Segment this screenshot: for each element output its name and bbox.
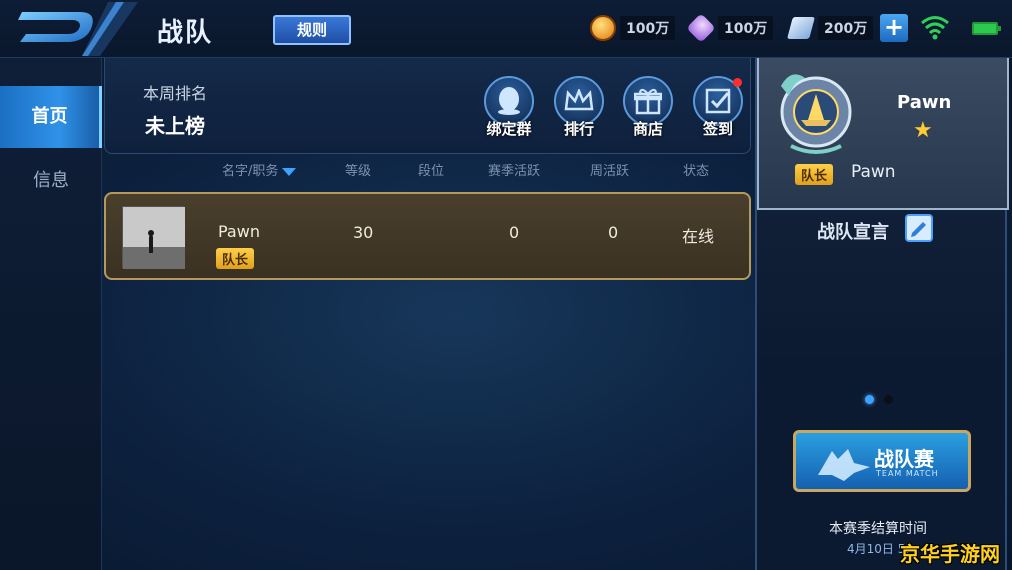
member-season-active: 0 (509, 223, 520, 242)
add-currency-button[interactable]: + (880, 14, 908, 42)
team-info-panel: Pawn ★ 队长 Pawn 战队宣言 战队赛 TEAM MATCH 本赛季结算… (755, 58, 1009, 570)
game-logo-icon (18, 2, 138, 56)
diamond-currency[interactable]: 100万 (686, 13, 774, 43)
profile-leader-badge: 队长 (795, 164, 834, 185)
diamond-value: 100万 (718, 16, 774, 40)
top-bar: 战队 规则 100万 100万 200万 + (0, 0, 1012, 58)
member-status: 在线 (682, 227, 715, 246)
column-header-week-active: 周活跃 (590, 164, 630, 179)
team-leader-name: Pawn (897, 92, 952, 113)
column-header-name-label: 名字/职务 (222, 164, 279, 179)
weekly-rank-value: 未上榜 (145, 114, 205, 138)
sidebar: 首页 信息 (0, 58, 102, 570)
profile-member-name: Pawn (851, 162, 896, 182)
back-logo-button[interactable] (0, 0, 140, 56)
team-match-button[interactable]: 战队赛 TEAM MATCH (793, 430, 971, 492)
table-row[interactable]: Pawn 队长 30 0 0 在线 (104, 192, 751, 280)
edit-declaration-icon[interactable] (905, 214, 933, 242)
rules-button[interactable]: 规则 (273, 15, 351, 45)
checkin-button[interactable]: 签到 (690, 76, 746, 139)
sidebar-item-info[interactable]: 信息 (0, 150, 102, 212)
season-end-label: 本赛季结算时间 (829, 521, 927, 537)
column-header-season-active: 赛季活跃 (488, 164, 541, 179)
column-header-rank: 段位 (418, 164, 445, 179)
team-emblem-icon (771, 66, 861, 158)
gold-coin-value: 100万 (620, 16, 676, 40)
gold-coin-icon (590, 15, 616, 41)
column-header-name[interactable]: 名字/职务 (222, 160, 297, 179)
team-declaration-label: 战队宣言 (817, 222, 889, 243)
checkin-label: 签到 (702, 120, 733, 138)
avatar (122, 206, 185, 269)
shop-button[interactable]: 商店 (620, 76, 676, 139)
team-match-subtitle: TEAM MATCH (876, 469, 939, 478)
shop-label: 商店 (632, 120, 663, 138)
leader-badge: 队长 (216, 248, 255, 269)
member-week-active: 0 (608, 223, 619, 242)
column-header-level: 等级 (345, 164, 372, 179)
page-dot-active[interactable] (865, 395, 874, 404)
notification-dot (733, 78, 742, 87)
voucher-currency[interactable]: 200万 (786, 16, 874, 40)
battery-icon (972, 22, 1001, 35)
voucher-icon (786, 16, 816, 40)
team-profile-card: Pawn ★ 队长 Pawn (757, 58, 1009, 210)
wifi-icon (920, 14, 950, 44)
weekly-rank-label: 本周排名 (143, 84, 208, 103)
site-watermark: 京华手游网 (900, 542, 1000, 566)
ranking-panel: 本周排名 未上榜 绑定群 排行 商店 签到 (104, 58, 751, 154)
leaderboard-label: 排行 (563, 120, 594, 138)
page-dot[interactable] (884, 395, 893, 404)
gold-coin-currency[interactable]: 100万 (590, 15, 676, 41)
leaderboard-button[interactable]: 排行 (551, 76, 607, 139)
sidebar-item-home[interactable]: 首页 (0, 86, 102, 148)
diamond-icon (686, 13, 716, 43)
voucher-value: 200万 (818, 16, 874, 40)
team-match-title: 战队赛 (874, 447, 934, 471)
bind-group-label: 绑定群 (486, 120, 532, 138)
star-icon: ★ (913, 118, 933, 143)
member-level: 30 (353, 223, 374, 242)
column-header-status: 状态 (683, 164, 710, 179)
page-title: 战队 (157, 18, 214, 48)
sort-down-icon (282, 167, 297, 176)
bind-group-button[interactable]: 绑定群 (481, 76, 537, 139)
wolf-icon (818, 449, 870, 481)
page-indicator (865, 389, 903, 408)
member-name: Pawn (218, 222, 260, 241)
